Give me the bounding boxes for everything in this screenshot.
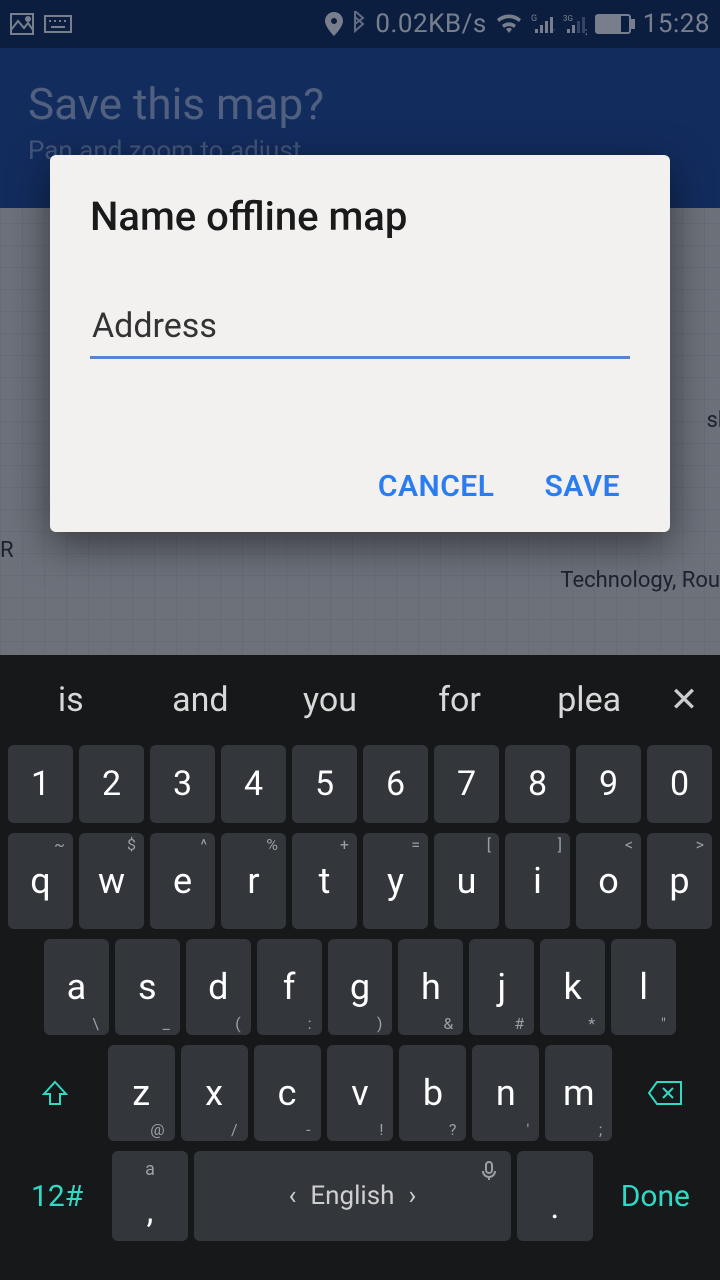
close-suggestions-icon[interactable]: ✕ <box>654 680 714 720</box>
key-row-bottom: 12# a , ‹ English › . Done <box>0 1151 720 1241</box>
key-q[interactable]: q~ <box>8 833 73 929</box>
done-key[interactable]: Done <box>599 1151 712 1241</box>
key-x[interactable]: x/ <box>181 1045 248 1141</box>
key-p[interactable]: p> <box>647 833 712 929</box>
dialog-actions: CANCEL SAVE <box>90 469 630 504</box>
key-h[interactable]: h& <box>398 939 463 1035</box>
key-row-a: a\s_d(f:g)h&j#k*l" <box>0 939 720 1035</box>
backspace-key[interactable] <box>618 1045 712 1141</box>
suggestion[interactable]: and <box>136 680 266 720</box>
key-c[interactable]: c- <box>254 1045 321 1141</box>
key-5[interactable]: 5 <box>292 745 357 823</box>
key-6[interactable]: 6 <box>363 745 428 823</box>
cancel-button[interactable]: CANCEL <box>378 469 495 504</box>
key-2[interactable]: 2 <box>79 745 144 823</box>
key-0[interactable]: 0 <box>647 745 712 823</box>
offline-map-name-input[interactable] <box>90 300 630 359</box>
key-e[interactable]: e^ <box>150 833 215 929</box>
key-8[interactable]: 8 <box>505 745 570 823</box>
suggestion-row: is and you for plea ✕ <box>0 655 720 745</box>
period-key[interactable]: . <box>517 1151 593 1241</box>
key-n[interactable]: n' <box>472 1045 539 1141</box>
name-offline-map-dialog: Name offline map CANCEL SAVE <box>50 155 670 532</box>
space-key[interactable]: ‹ English › <box>194 1151 511 1241</box>
key-w[interactable]: w$ <box>79 833 144 929</box>
key-g[interactable]: g) <box>328 939 393 1035</box>
screen: 0.02KB/s G1 3G2 15:28 Save this map? Pan… <box>0 0 720 1280</box>
key-4[interactable]: 4 <box>221 745 286 823</box>
key-y[interactable]: y= <box>363 833 428 929</box>
chevron-right-icon: › <box>409 1181 417 1211</box>
mic-icon <box>481 1161 497 1185</box>
key-j[interactable]: j# <box>469 939 534 1035</box>
key-a[interactable]: a\ <box>44 939 109 1035</box>
comma-key[interactable]: a , <box>112 1151 188 1241</box>
key-s[interactable]: s_ <box>115 939 180 1035</box>
chevron-left-icon: ‹ <box>289 1181 297 1211</box>
dialog-title: Name offline map <box>90 193 630 240</box>
key-o[interactable]: o< <box>576 833 641 929</box>
suggestion[interactable]: plea <box>524 680 654 720</box>
soft-keyboard: is and you for plea ✕ 1234567890 q~w$e^r… <box>0 655 720 1280</box>
key-3[interactable]: 3 <box>150 745 215 823</box>
key-row-z: z@x/c-v!b?n'm; <box>0 1045 720 1141</box>
key-f[interactable]: f: <box>257 939 322 1035</box>
key-1[interactable]: 1 <box>8 745 73 823</box>
key-m[interactable]: m; <box>545 1045 612 1141</box>
key-u[interactable]: u[ <box>434 833 499 929</box>
key-row-numbers: 1234567890 <box>0 745 720 823</box>
suggestion[interactable]: you <box>265 680 395 720</box>
key-row-q: q~w$e^r%t+y=u[i]o<p> <box>0 833 720 929</box>
symbols-key[interactable]: 12# <box>8 1151 106 1241</box>
key-r[interactable]: r% <box>221 833 286 929</box>
key-b[interactable]: b? <box>399 1045 466 1141</box>
suggestion[interactable]: is <box>6 680 136 720</box>
key-t[interactable]: t+ <box>292 833 357 929</box>
key-l[interactable]: l" <box>611 939 676 1035</box>
key-d[interactable]: d( <box>186 939 251 1035</box>
key-v[interactable]: v! <box>327 1045 394 1141</box>
key-9[interactable]: 9 <box>576 745 641 823</box>
key-z[interactable]: z@ <box>108 1045 175 1141</box>
key-i[interactable]: i] <box>505 833 570 929</box>
key-k[interactable]: k* <box>540 939 605 1035</box>
save-button[interactable]: SAVE <box>544 469 620 504</box>
key-7[interactable]: 7 <box>434 745 499 823</box>
shift-key[interactable] <box>8 1045 102 1141</box>
suggestion[interactable]: for <box>395 680 525 720</box>
